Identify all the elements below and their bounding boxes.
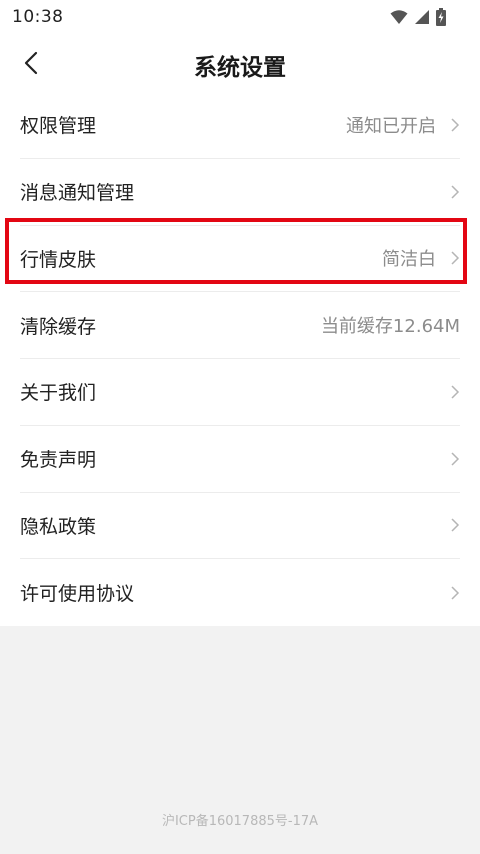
settings-item-value: 通知已开启 [346,115,436,137]
chevron-right-icon [451,586,460,600]
chevron-right-icon [451,452,460,466]
settings-item-label: 权限管理 [20,115,97,138]
settings-item-privacy[interactable]: 隐私政策 [20,493,460,560]
page-title: 系统设置 [194,55,286,81]
settings-item-label: 行情皮肤 [20,248,97,271]
settings-list: 权限管理 通知已开启 消息通知管理 行情皮肤 简洁白 清除缓存 当前缓存12.6… [0,92,480,626]
settings-item-license[interactable]: 许可使用协议 [20,559,460,626]
status-icons [390,8,446,26]
status-time: 10:38 [12,7,64,27]
settings-item-label: 关于我们 [20,382,97,405]
wifi-icon [390,10,408,24]
chevron-right-icon [451,385,460,399]
icp-footer: 沪ICP备16017885号-17A [161,814,319,829]
settings-item-value: 简洁白 [382,249,436,271]
chevron-right-icon [451,518,460,532]
settings-item-label: 免责声明 [20,449,97,472]
chevron-right-icon [451,185,460,199]
settings-item-label: 清除缓存 [20,315,97,338]
settings-item-value: 当前缓存12.64M [320,316,460,338]
settings-item-notifications[interactable]: 消息通知管理 [20,159,460,226]
chevron-right-icon [451,251,460,265]
chevron-right-icon [451,118,460,132]
settings-item-clear-cache[interactable]: 清除缓存 当前缓存12.64M [20,292,460,359]
cell-signal-icon [415,10,429,24]
settings-item-label: 消息通知管理 [20,182,135,205]
settings-item-label: 许可使用协议 [20,583,135,606]
battery-charging-icon [436,8,446,26]
settings-item-permissions[interactable]: 权限管理 通知已开启 [20,92,460,159]
settings-item-market-skin[interactable]: 行情皮肤 简洁白 [20,226,460,293]
app-bar: 系统设置 [0,34,480,92]
settings-item-about[interactable]: 关于我们 [20,359,460,426]
settings-item-label: 隐私政策 [20,515,97,538]
settings-item-disclaimer[interactable]: 免责声明 [20,426,460,493]
status-bar: 10:38 [0,0,480,34]
